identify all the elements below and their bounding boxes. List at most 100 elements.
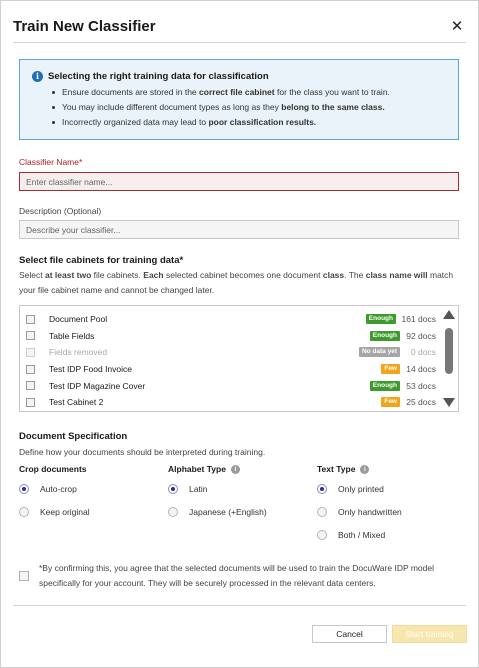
spec-radio-option[interactable]: Auto-crop <box>19 484 77 494</box>
radio-label: Latin <box>189 484 208 494</box>
info-bullet: You may include different document types… <box>52 100 448 115</box>
cabinet-status-badge: Enough <box>369 330 400 341</box>
spec-group-label: Crop documents <box>19 464 87 474</box>
close-icon[interactable]: ✕ <box>448 17 466 35</box>
consent-text: *By confirming this, you agree that the … <box>39 563 434 588</box>
cabinet-list-scrollbar[interactable] <box>442 308 456 409</box>
spec-group-label-text: Text Type <box>317 464 356 474</box>
cabinet-row[interactable]: Test IDP Magazine Cover 53 docs Enough <box>20 377 440 394</box>
info-bullet-text: poor classification results. <box>208 117 317 127</box>
cabinet-status-badge: Enough <box>365 314 396 325</box>
radio-button[interactable] <box>19 507 29 517</box>
cabinets-subtitle: Select at least two file cabinets. Each … <box>19 268 459 298</box>
radio-button[interactable] <box>317 484 327 494</box>
scroll-up-arrow-icon[interactable] <box>443 310 455 319</box>
cabinets-title: Select file cabinets for training data* <box>19 255 184 266</box>
cabinet-doc-count: 161 docs <box>401 314 437 325</box>
header-divider <box>13 42 466 43</box>
info-bullet-text: You may include different document types… <box>62 102 282 112</box>
cabinet-name: Fields removed <box>49 347 108 358</box>
cabinet-row[interactable]: Test IDP Food Invoice 14 docs Few <box>20 361 440 378</box>
description-input[interactable] <box>19 220 459 239</box>
info-panel-title: i Selecting the right training data for … <box>32 70 448 83</box>
radio-label: Auto-crop <box>40 484 77 494</box>
spec-radio-option[interactable]: Latin <box>168 484 207 494</box>
cabinet-status-badge: No data yet <box>358 347 400 358</box>
cabinet-checkbox[interactable] <box>26 331 35 341</box>
info-bullet-text: correct file cabinet <box>199 87 275 97</box>
cabinet-status-badge: Few <box>381 364 400 375</box>
info-title-text: Selecting the right training data for cl… <box>48 71 269 82</box>
footer-divider <box>13 605 466 606</box>
cabinet-row[interactable]: Test Cabinet 2 25 docs Few <box>20 394 440 411</box>
cabinet-status-badge: Few <box>381 397 400 408</box>
radio-button[interactable] <box>19 484 29 494</box>
cabinet-checkbox[interactable] <box>26 314 35 324</box>
radio-label: Keep original <box>40 507 90 517</box>
info-bullet-list: Ensure documents are stored in the corre… <box>52 85 448 130</box>
info-panel: i Selecting the right training data for … <box>19 59 459 140</box>
info-icon: i <box>32 71 43 82</box>
spec-radio-option[interactable]: Japanese (+English) <box>168 507 267 517</box>
cabinet-name: Document Pool <box>49 314 108 325</box>
start-training-button[interactable]: Start training <box>392 625 467 643</box>
radio-label: Japanese (+English) <box>189 507 267 517</box>
cabinets-subtitle-text: Select <box>19 270 45 280</box>
radio-button[interactable] <box>168 507 178 517</box>
radio-label: Both / Mixed <box>338 530 386 540</box>
cabinet-name: Test IDP Magazine Cover <box>49 380 146 391</box>
spec-radio-option[interactable]: Only handwritten <box>317 507 402 517</box>
cabinet-name: Test IDP Food Invoice <box>49 364 132 375</box>
cabinets-subtitle-text: . The <box>344 270 366 280</box>
radio-label: Only printed <box>338 484 384 494</box>
cabinet-list: Document Pool 161 docs Enough Table Fields 9… <box>19 305 459 412</box>
info-bullet-text: Ensure documents are stored in the <box>62 87 200 97</box>
cabinet-name: Table Fields <box>49 330 95 341</box>
cabinets-subtitle-text: Each <box>143 270 164 280</box>
cabinet-checkbox[interactable] <box>26 397 35 407</box>
spec-group-label-text: Alphabet Type <box>168 464 226 474</box>
spec-radio-option[interactable]: Only printed <box>317 484 384 494</box>
spec-radio-option[interactable]: Both / Mixed <box>317 530 385 540</box>
spec-group-label-text: Crop documents <box>19 464 87 474</box>
consent-checkbox[interactable] <box>19 571 29 581</box>
dialog-title: Train New Classifier <box>13 17 156 35</box>
scroll-thumb[interactable] <box>445 328 453 374</box>
cabinet-doc-count: 92 docs <box>406 330 436 341</box>
spec-group-label: Alphabet Type i <box>168 464 240 474</box>
cabinets-subtitle-text: at least two <box>45 270 92 280</box>
radio-button[interactable] <box>317 507 327 517</box>
cabinets-subtitle-text: selected cabinet becomes one document <box>163 270 323 280</box>
info-bullet-text: Incorrectly organized data may lead to <box>62 117 209 127</box>
cabinet-row: Fields removed 0 docs No data yet <box>20 344 440 361</box>
cabinet-checkbox[interactable] <box>26 381 35 391</box>
description-label: Description (Optional) <box>19 206 102 216</box>
radio-button[interactable] <box>168 484 178 494</box>
spec-radio-option[interactable]: Keep original <box>19 507 90 517</box>
cabinet-doc-count: 0 docs <box>410 347 436 358</box>
info-bullet-text: for the class you want to train. <box>274 87 390 97</box>
spec-subtitle: Define how your documents should be inte… <box>19 447 266 457</box>
help-icon[interactable]: i <box>230 464 240 474</box>
cancel-button[interactable]: Cancel <box>312 625 387 643</box>
info-bullet: Ensure documents are stored in the corre… <box>52 85 448 100</box>
cabinet-row[interactable]: Table Fields 92 docs Enough <box>20 328 440 345</box>
radio-label: Only handwritten <box>338 507 402 517</box>
cabinet-doc-count: 25 docs <box>406 397 436 408</box>
cabinets-subtitle-text: class <box>322 270 345 280</box>
scroll-down-arrow-icon[interactable] <box>443 398 455 407</box>
cabinet-status-badge: Enough <box>369 380 400 391</box>
cabinet-checkbox[interactable] <box>26 364 35 374</box>
cabinet-row[interactable]: Document Pool 161 docs Enough <box>20 311 440 328</box>
cabinet-checkbox <box>26 347 35 357</box>
info-bullet-text: belong to the same class. <box>281 102 385 112</box>
cabinets-subtitle-text: file cabinets. <box>91 270 144 280</box>
train-classifier-dialog: Train New Classifier ✕ i Selecting the r… <box>0 0 479 668</box>
cabinets-subtitle-text: class name will <box>365 270 428 280</box>
cabinet-doc-count: 14 docs <box>406 364 436 375</box>
spec-group-label: Text Type i <box>317 464 370 474</box>
radio-button[interactable] <box>317 530 327 540</box>
classifier-name-input[interactable] <box>19 172 459 191</box>
cabinet-name: Test Cabinet 2 <box>49 397 104 408</box>
help-icon[interactable]: i <box>360 464 370 474</box>
